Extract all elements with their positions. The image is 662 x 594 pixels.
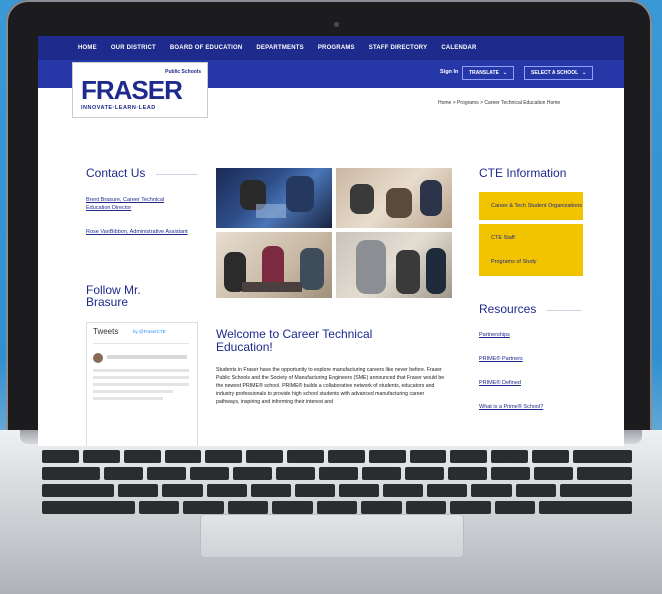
fraser-logo[interactable]: Public Schools FRASER INNOVATE·LEARN·LEA… [72, 62, 208, 118]
photo-workshop [336, 168, 452, 228]
nav-departments[interactable]: DEPARTMENTS [256, 45, 303, 51]
photo-welding [216, 168, 332, 228]
cte-heading: CTE Information [479, 166, 567, 180]
select-school-button[interactable]: SELECT A SCHOOL ⌄ [524, 66, 594, 80]
divider [546, 310, 582, 311]
nav-our-district[interactable]: OUR DISTRICT [111, 45, 156, 51]
nav-home[interactable]: HOME [78, 45, 97, 51]
resource-link-partnerships[interactable]: Partnerships [479, 332, 510, 338]
chevron-down-icon: ⌄ [582, 70, 587, 76]
avatar [93, 353, 103, 363]
screen: HOME OUR DISTRICT BOARD OF EDUCATION DEP… [38, 36, 624, 446]
tweet-line [93, 369, 189, 372]
contact-link-assistant[interactable]: Rose VanBibbon, Administrative Assistant [86, 228, 190, 236]
tweets-title: Tweets [93, 327, 119, 336]
divider [156, 174, 198, 175]
chevron-down-icon: ⌄ [502, 70, 508, 76]
photo-lab [336, 232, 452, 298]
logo-wordmark: FRASER [81, 75, 183, 105]
resource-link-prime-defined[interactable]: PRIME® Defined [479, 380, 521, 386]
tweets-by[interactable]: by @FraserCTE [133, 329, 166, 334]
logo-tagline: INNOVATE·LEARN·LEAD [81, 105, 156, 111]
translate-button[interactable]: TRANSLATE ⌄ [462, 66, 515, 80]
nav-programs[interactable]: PROGRAMS [318, 45, 355, 51]
twitter-widget[interactable]: Tweets by @FraserCTE [86, 322, 198, 446]
translate-label: TRANSLATE [469, 70, 499, 76]
sign-in-link[interactable]: Sign In [440, 69, 458, 75]
tweet-line [93, 397, 163, 400]
nav-staff-directory[interactable]: STAFF DIRECTORY [369, 45, 428, 51]
tweet-author [107, 355, 187, 359]
tweet-line [93, 383, 189, 386]
contact-heading: Contact Us [86, 166, 146, 180]
resource-link-prime-partners[interactable]: PRIME® Partners [479, 356, 523, 362]
follow-heading: Follow Mr. Brasure [86, 283, 141, 309]
cte-button-programs[interactable]: Programs of Study [479, 248, 583, 276]
resource-link-prime-school[interactable]: What is a Prime® School? [479, 404, 543, 410]
nav-calendar[interactable]: CALENDAR [441, 45, 476, 51]
select-school-label: SELECT A SCHOOL [531, 70, 579, 76]
divider [93, 343, 189, 344]
camera-icon [334, 22, 339, 27]
tweet-line [93, 376, 189, 379]
resources-heading: Resources [479, 302, 537, 316]
welcome-body: Students in Fraser have the opportunity … [216, 367, 445, 405]
breadcrumb[interactable]: Home > Programs > Career Technical Educa… [438, 100, 560, 106]
photo-classroom [216, 232, 332, 298]
top-nav: HOME OUR DISTRICT BOARD OF EDUCATION DEP… [38, 36, 624, 60]
contact-link-director[interactable]: Brent Brasure, Career Technical Educatio… [86, 196, 190, 212]
cte-button-organizations[interactable]: Career & Tech Student Organizations [479, 192, 583, 220]
nav-board-of-education[interactable]: BOARD OF EDUCATION [170, 45, 243, 51]
trackpad [200, 514, 464, 558]
tweet-line [93, 390, 173, 393]
welcome-heading: Welcome to Career Technical Education! [216, 327, 373, 354]
